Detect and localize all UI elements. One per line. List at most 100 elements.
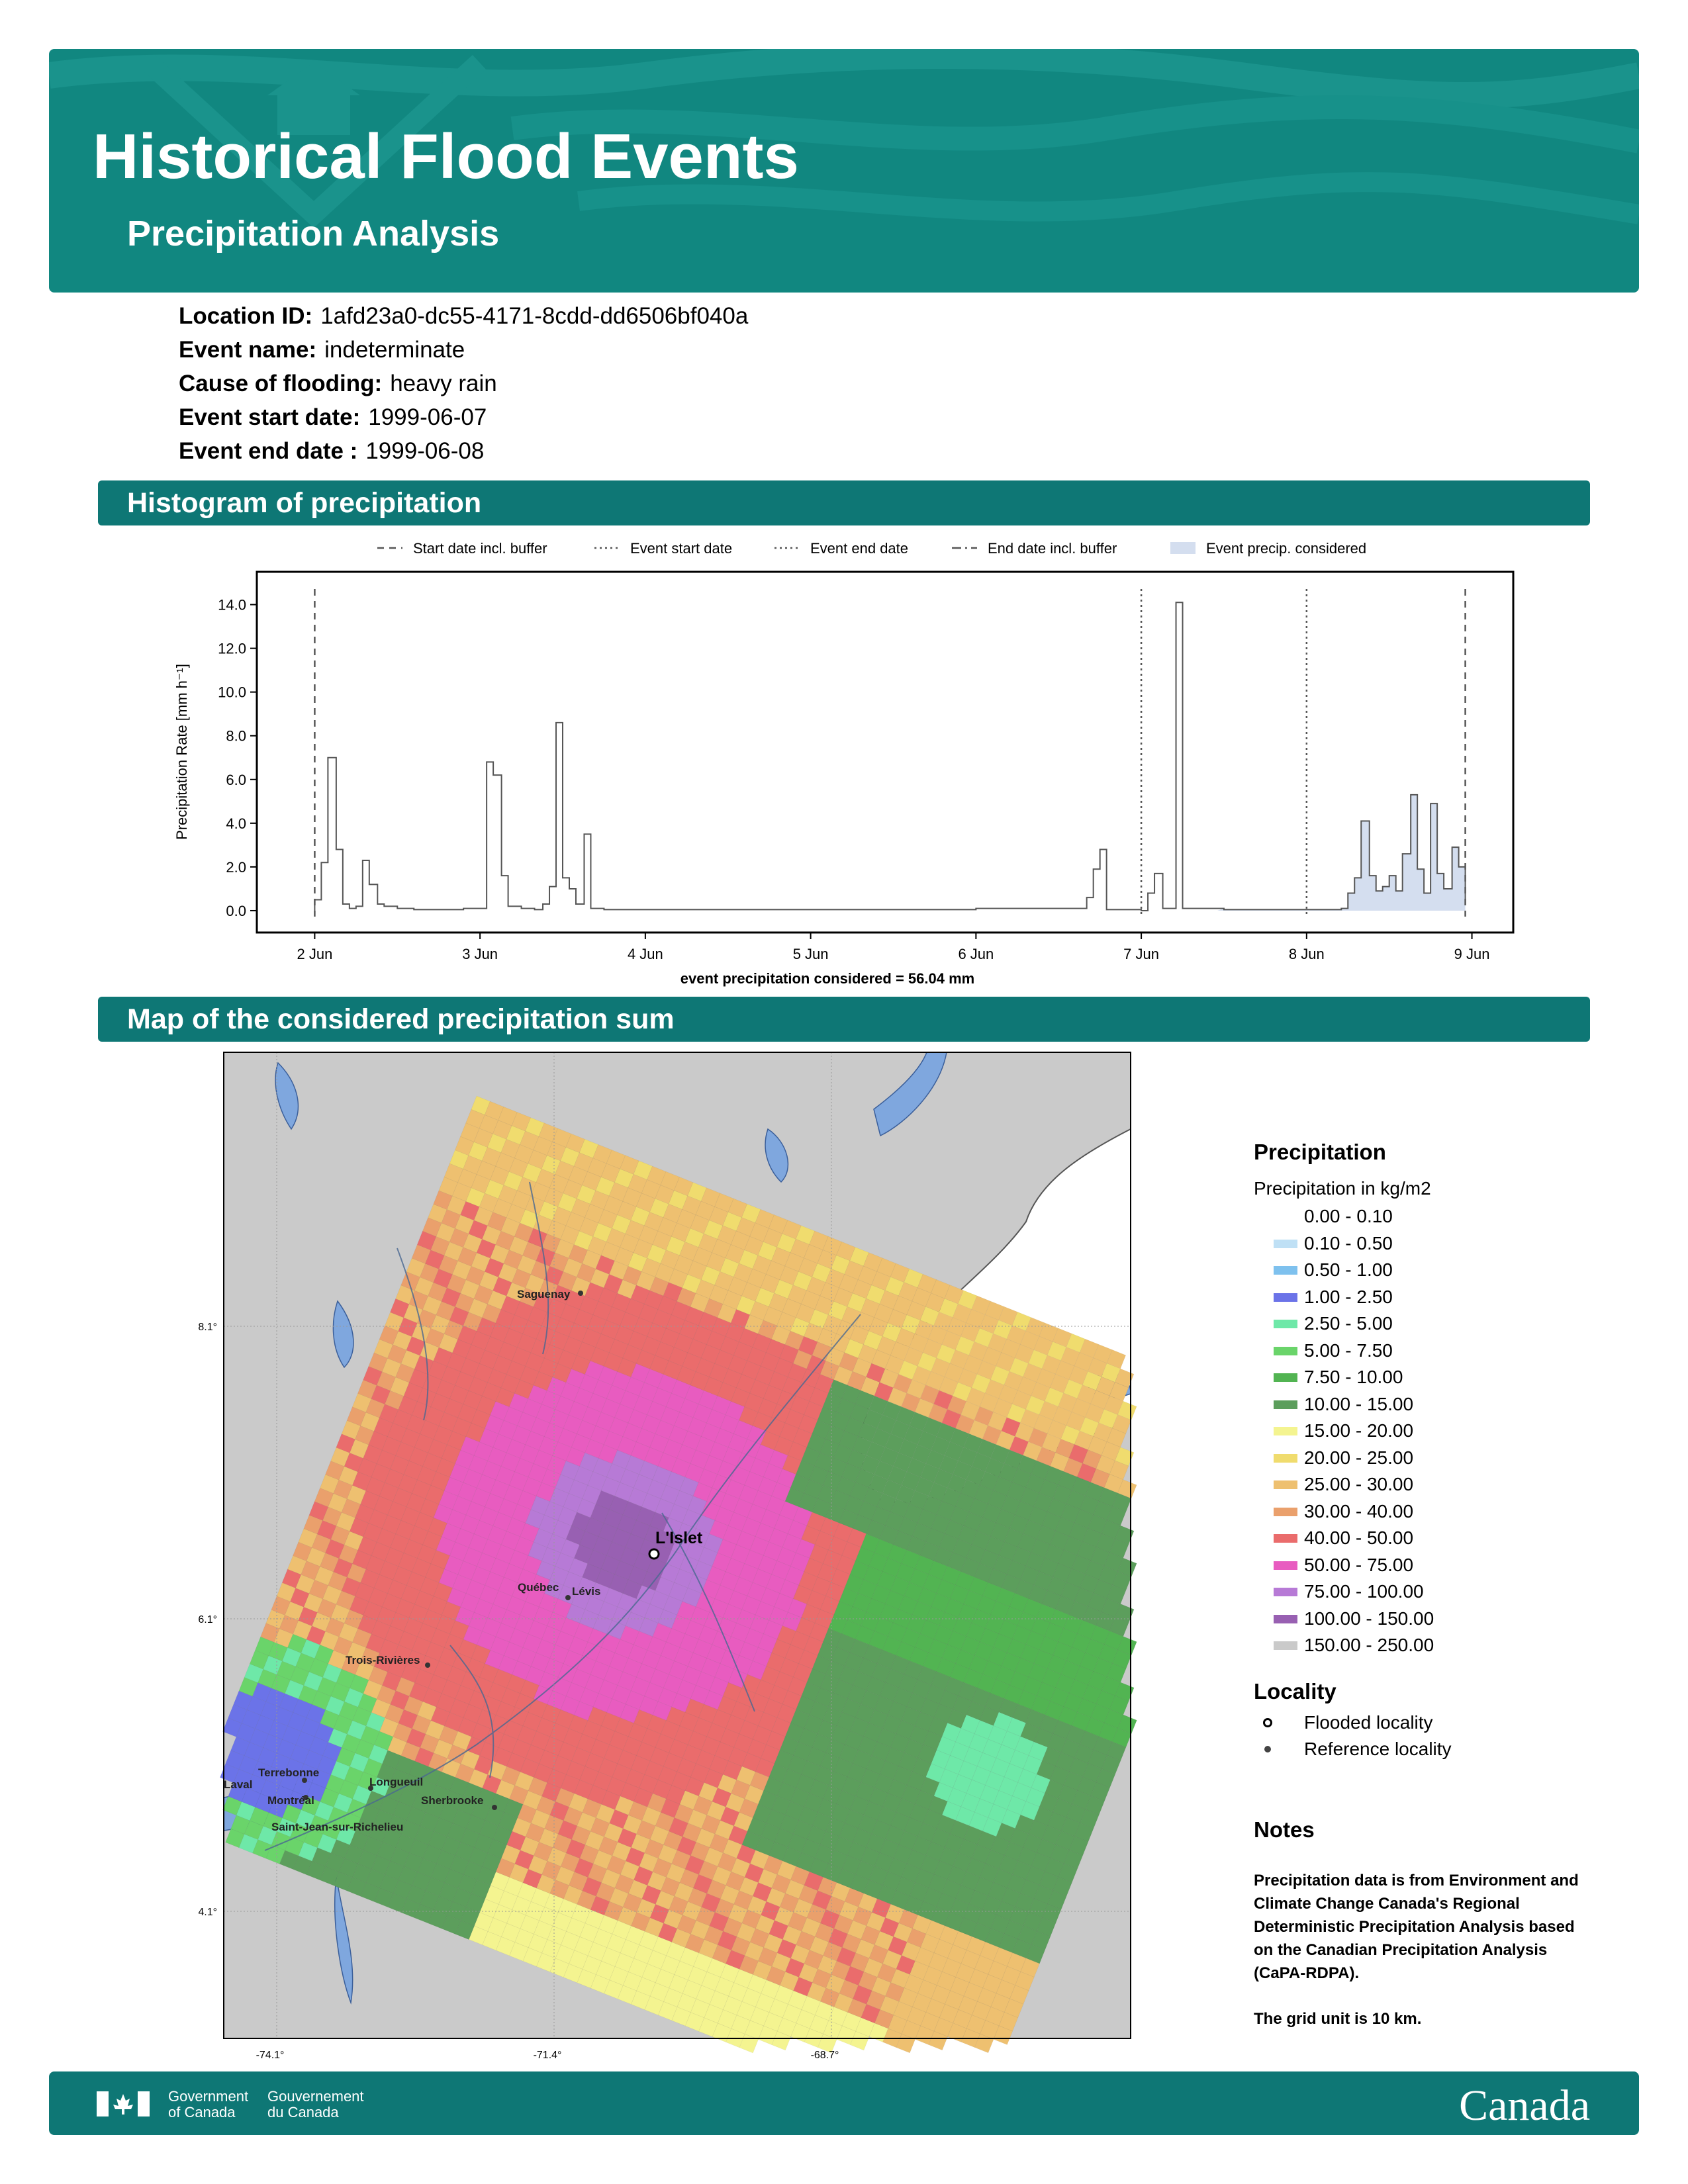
city-saint-jean: Saint-Jean-sur-Richelieu [271, 1821, 403, 1833]
legend-class-label-3: 1.00 - 2.50 [1304, 1286, 1393, 1307]
legend-class-label-8: 15.00 - 20.00 [1304, 1420, 1414, 1441]
legend-swatch-0 [1274, 1212, 1297, 1221]
legend-swatch-10 [1274, 1480, 1297, 1489]
ytick-label-1: 2.0 [226, 859, 246, 876]
legend-class-5: 5.00 - 7.50 [1254, 1338, 1624, 1365]
legend-class-label-2: 0.50 - 1.00 [1304, 1259, 1393, 1280]
header-banner: Historical Flood Events Precipitation An… [49, 49, 1639, 293]
city-trois-rivieres: Trois-Rivières [346, 1654, 420, 1666]
precipitation-histogram: Start date incl. buffer Event start date E… [173, 540, 1515, 987]
legend-class-4: 2.50 - 5.00 [1254, 1310, 1624, 1338]
legend-swatch-16 [1274, 1641, 1297, 1650]
legend-class-label-9: 20.00 - 25.00 [1304, 1447, 1414, 1468]
y-axis-ticks: 0.0 2.0 4.0 6.0 8.0 10.0 12.0 14.0 [218, 597, 257, 919]
locality-title: Locality [1254, 1678, 1336, 1704]
xtick-label-7: 9 Jun [1454, 946, 1490, 962]
lon-tick-1: -74.1° [256, 2050, 285, 2061]
page-subtitle: Precipitation Analysis [127, 214, 500, 253]
legend-swatch-3 [1274, 1293, 1297, 1302]
xtick-label-2: 4 Jun [628, 946, 663, 962]
legend-class-label-6: 7.50 - 10.00 [1304, 1367, 1403, 1387]
locality-legend: Flooded locality Reference locality [1254, 1709, 1624, 1762]
lon-tick-3: -68.7° [811, 2050, 839, 2061]
legend-class-label-12: 40.00 - 50.00 [1304, 1527, 1414, 1548]
legend-class-2: 0.50 - 1.00 [1254, 1257, 1624, 1284]
legend-class-16: 150.00 - 250.00 [1254, 1632, 1624, 1659]
histogram-section-header: Histogram of precipitation [98, 480, 1590, 525]
xtick-label-5: 7 Jun [1123, 946, 1159, 962]
legend-class-10: 25.00 - 30.00 [1254, 1471, 1624, 1498]
legend-class-15: 100.00 - 150.00 [1254, 1606, 1624, 1633]
notes-title: Notes [1254, 1817, 1315, 1842]
gov-fr-label: Gouvernement du Canada [267, 2088, 364, 2120]
gov-en-label: Government of Canada [168, 2088, 249, 2120]
ytick-label-6: 12.0 [218, 641, 246, 657]
cause-row: Cause of flooding: heavy rain [179, 371, 497, 396]
legend-subtitle: Precipitation in kg/m2 [1254, 1178, 1431, 1199]
histogram-legend: Start date incl. buffer Event start date E… [377, 540, 1366, 557]
city-saguenay: Saguenay [517, 1288, 571, 1300]
legend-swatch-1 [1274, 1239, 1297, 1248]
legend-swatch-4 [1170, 542, 1196, 554]
city-montreal: Montréal [267, 1794, 314, 1807]
legend-label-1: Event start date [630, 540, 732, 557]
lat-tick-3: +44.1° [199, 1907, 217, 1918]
map-legend: Precipitation Precipitation in kg/m2 0.0… [1254, 1140, 1624, 1762]
ytick-label-5: 10.0 [218, 684, 246, 701]
legend-class-label-1: 0.10 - 0.50 [1304, 1232, 1393, 1253]
xtick-label-4: 6 Jun [958, 946, 994, 962]
legend-label-2: Event end date [810, 540, 908, 557]
legend-class-label-15: 100.00 - 150.00 [1304, 1608, 1434, 1629]
event-name-row: Event name: indeterminate [179, 337, 465, 363]
legend-swatch-7 [1274, 1400, 1297, 1409]
footer-bar: Government of Canada Gouvernement du Canad… [49, 2071, 1639, 2135]
legend-class-label-13: 50.00 - 75.00 [1304, 1554, 1414, 1575]
legend-class-12: 40.00 - 50.00 [1254, 1525, 1624, 1552]
map-section-header: Map of the considered precipitation sum [98, 997, 1590, 1042]
ytick-label-2: 4.0 [226, 815, 246, 832]
legend-class-11: 30.00 - 40.00 [1254, 1498, 1624, 1525]
city-levis: Lévis [572, 1585, 600, 1598]
legend-class-13: 50.00 - 75.00 [1254, 1552, 1624, 1579]
legend-class-7: 10.00 - 15.00 [1254, 1391, 1624, 1418]
notes-text: Precipitation data is from Environment a… [1254, 1872, 1579, 1982]
notes-panel: Notes Precipitation data is from Environ… [1254, 1817, 1598, 2030]
end-date-value: 1999-06-08 [365, 438, 485, 464]
location-id-value: 1afd23a0-dc55-4171-8cdd-dd6506bf040a [320, 303, 749, 329]
flooded-locality-label: L'Islet [655, 1529, 703, 1547]
ytick-label-4: 8.0 [226, 728, 246, 745]
legend-class-label-14: 75.00 - 100.00 [1304, 1581, 1424, 1602]
legend-class-label-7: 10.00 - 15.00 [1304, 1393, 1414, 1414]
location-id-row: Location ID: 1afd23a0-dc55-4171-8cdd-dd65… [179, 303, 749, 329]
legend-swatch-2 [1274, 1266, 1297, 1275]
xtick-label-1: 3 Jun [462, 946, 498, 962]
lon-tick-2: -71.4° [534, 2050, 562, 2061]
legend-swatch-6 [1274, 1373, 1297, 1382]
end-date-row: Event end date :1999-06-08 [179, 438, 485, 464]
x-axis-ticks: 2 Jun 3 Jun 4 Jun 5 Jun 6 Jun 7 Jun 8 Jun 9 Jun [297, 933, 1489, 962]
legend-swatch-4 [1274, 1320, 1297, 1328]
reference-locality-entry: Reference locality [1254, 1736, 1624, 1762]
flooded-locality-entry: Flooded locality [1254, 1709, 1624, 1736]
legend-class-label-11: 30.00 - 40.00 [1304, 1500, 1414, 1522]
city-laval: Laval [224, 1778, 252, 1791]
ytick-label-3: 6.0 [226, 772, 246, 788]
legend-swatch-13 [1274, 1561, 1297, 1570]
xtick-label-3: 5 Jun [793, 946, 829, 962]
lat-tick-1: +48.1° [199, 1322, 217, 1333]
legend-class-14: 75.00 - 100.00 [1254, 1578, 1624, 1606]
legend-class-8: 15.00 - 20.00 [1254, 1418, 1624, 1445]
city-terrebonne: Terrebonne [258, 1766, 319, 1779]
cause-value: heavy rain [390, 371, 497, 396]
legend-class-label-10: 25.00 - 30.00 [1304, 1474, 1414, 1494]
start-date-row: Event start date: 1999-06-07 [179, 404, 487, 430]
start-date-value: 1999-06-07 [368, 404, 487, 430]
legend-label-3: End date incl. buffer [988, 540, 1117, 557]
x-axis-label: event precipitation considered = 56.04 m… [680, 970, 974, 987]
legend-class-label-4: 2.50 - 5.00 [1304, 1313, 1393, 1334]
legend-swatch-14 [1274, 1588, 1297, 1596]
city-sherbrooke: Sherbrooke [421, 1794, 483, 1807]
notes-grid-unit: The grid unit is 10 km. [1254, 2010, 1422, 2028]
legend-class-0: 0.00 - 0.10 [1254, 1203, 1624, 1230]
event-name-value: indeterminate [324, 337, 465, 363]
